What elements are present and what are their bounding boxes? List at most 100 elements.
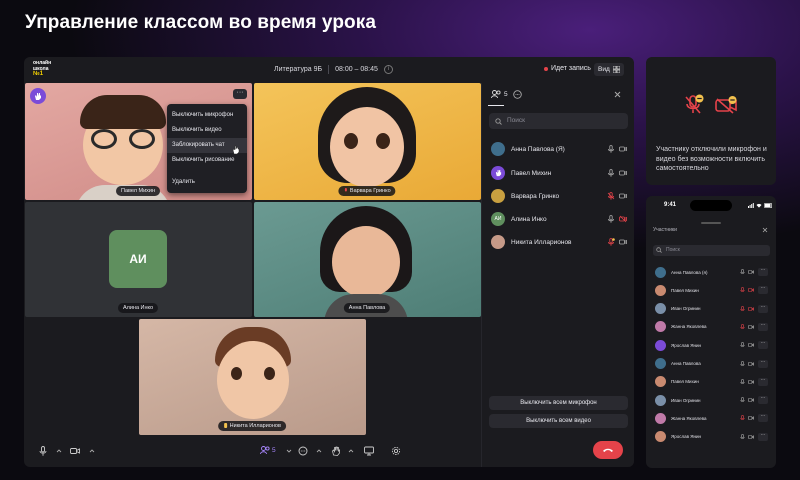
- tile-more-button[interactable]: ···: [233, 89, 247, 99]
- mic-icon[interactable]: [607, 169, 615, 177]
- close-icon[interactable]: [762, 227, 768, 233]
- participant-row[interactable]: АИ Алина Инко: [491, 210, 627, 228]
- camera-icon[interactable]: [748, 324, 754, 330]
- mic-icon[interactable]: [740, 360, 745, 367]
- screen-share-icon[interactable]: [364, 446, 374, 456]
- sheet-grabber[interactable]: [701, 222, 721, 224]
- more-button[interactable]: ···: [758, 341, 768, 350]
- mic-icon[interactable]: [38, 446, 48, 456]
- more-button[interactable]: ···: [758, 322, 768, 331]
- camera-icon[interactable]: [748, 434, 754, 440]
- mic-icon[interactable]: [740, 342, 745, 348]
- participant-row[interactable]: Варвара Гринко: [491, 187, 627, 205]
- mic-muted-icon[interactable]: [740, 287, 745, 293]
- camera-icon[interactable]: [619, 238, 627, 246]
- mic-locked-icon[interactable]: [740, 323, 745, 330]
- camera-off-icon[interactable]: [619, 215, 627, 223]
- camera-icon[interactable]: [619, 192, 627, 200]
- more-button[interactable]: ···: [758, 304, 768, 313]
- camera-locked-icon[interactable]: [748, 306, 754, 312]
- status-time: 9:41: [664, 202, 677, 208]
- avatar: [491, 142, 505, 156]
- mic-locked-icon[interactable]: [607, 238, 615, 246]
- chevron-up-icon[interactable]: [314, 446, 324, 456]
- mobile-participant-row[interactable]: Павел Михин ···: [655, 282, 768, 298]
- chat-icon[interactable]: [513, 90, 522, 99]
- end-call-button[interactable]: [593, 441, 623, 459]
- chevron-up-icon[interactable]: [346, 446, 356, 456]
- camera-icon[interactable]: [748, 342, 754, 348]
- more-button[interactable]: ···: [758, 396, 768, 405]
- menu-item-video-off[interactable]: Выключить видео: [167, 123, 247, 138]
- tile-name-label: Варвара Гринко: [338, 186, 396, 196]
- mobile-participant-row[interactable]: Анна Павлова ···: [655, 356, 768, 372]
- info-icon[interactable]: i: [383, 65, 393, 74]
- mobile-participant-row[interactable]: Жанна Яковлева ···: [655, 319, 768, 335]
- mic-icon[interactable]: [740, 269, 745, 275]
- mobile-participant-row[interactable]: Иван Огринин ···: [655, 301, 768, 317]
- menu-item-remove[interactable]: Удалить: [167, 175, 247, 190]
- mic-icon[interactable]: [607, 145, 615, 153]
- page-heading: Управление классом во время урока: [25, 12, 377, 33]
- close-icon[interactable]: [614, 91, 621, 98]
- mic-muted-icon[interactable]: [740, 415, 745, 421]
- more-button[interactable]: ···: [758, 377, 768, 386]
- video-tile-anna[interactable]: Анна Павлова: [254, 202, 481, 317]
- mobile-participant-row[interactable]: Иван Огринин ···: [655, 392, 768, 408]
- more-button[interactable]: ···: [758, 414, 768, 423]
- mic-muted-icon[interactable]: [607, 192, 615, 200]
- video-tile-nikita[interactable]: Никита Илларионов: [139, 319, 366, 435]
- camera-icon[interactable]: [619, 145, 627, 153]
- more-button[interactable]: ···: [758, 286, 768, 295]
- participants-button[interactable]: 5: [260, 446, 276, 454]
- camera-off-icon[interactable]: [748, 287, 754, 293]
- chevron-up-icon[interactable]: [87, 446, 97, 456]
- participant-name: Павел Михин: [671, 379, 699, 385]
- participant-name: Ярослав Янин: [671, 342, 702, 348]
- mobile-participant-row[interactable]: Павел Михин ···: [655, 374, 768, 390]
- mobile-participant-row[interactable]: Ярослав Янин ···: [655, 429, 768, 445]
- chevron-up-icon[interactable]: [54, 446, 64, 456]
- more-button[interactable]: ···: [758, 432, 768, 441]
- menu-item-mute-mic[interactable]: Выключить микрофон: [167, 108, 247, 123]
- chevron-down-icon[interactable]: [284, 446, 294, 456]
- mic-icon[interactable]: [740, 378, 745, 385]
- camera-icon[interactable]: [619, 169, 627, 177]
- view-button[interactable]: Вид: [594, 63, 624, 76]
- settings-gear-icon[interactable]: [391, 446, 401, 456]
- participant-row[interactable]: Анна Павлова (Я): [491, 140, 627, 158]
- mobile-participant-row[interactable]: Анна Павлова (я) ···: [655, 264, 768, 280]
- participant-row[interactable]: Павел Михин: [491, 164, 627, 182]
- mute-all-button[interactable]: Выключить всем микрофон: [489, 396, 628, 410]
- participant-search-input[interactable]: Поиск: [489, 113, 628, 129]
- mobile-participant-row[interactable]: Ярослав Янин ···: [655, 337, 768, 353]
- video-tile-varvara[interactable]: Варвара Гринко: [254, 83, 481, 200]
- mic-icon[interactable]: [607, 215, 615, 223]
- camera-icon[interactable]: [748, 269, 754, 275]
- more-button[interactable]: ···: [758, 359, 768, 368]
- camera-icon[interactable]: [70, 446, 80, 456]
- more-button[interactable]: ···: [758, 268, 768, 276]
- video-tile-alina[interactable]: АИ Алина Инко: [25, 202, 252, 317]
- mic-icon[interactable]: [740, 433, 745, 440]
- camera-icon[interactable]: [748, 361, 754, 367]
- chat-icon[interactable]: [298, 446, 308, 456]
- status-icons: [748, 203, 773, 208]
- mobile-search-input[interactable]: Поиск: [653, 245, 770, 256]
- glasses-icon: [91, 129, 117, 149]
- people-icon: [491, 90, 501, 98]
- mic-icon[interactable]: [740, 397, 745, 403]
- camera-icon[interactable]: [748, 397, 754, 403]
- participant-name: Иван Огринин: [671, 397, 701, 403]
- video-off-all-button[interactable]: Выключить всем видео: [489, 414, 628, 428]
- lesson-title: Литература 9Б: [274, 66, 323, 73]
- participant-row[interactable]: Никита Илларионов: [491, 233, 627, 251]
- menu-item-disable-drawing[interactable]: Выключить рисование: [167, 153, 247, 168]
- mobile-participant-row[interactable]: Жанна Яковлева ···: [655, 410, 768, 426]
- raise-hand-icon[interactable]: [331, 446, 341, 456]
- camera-icon[interactable]: [748, 415, 754, 421]
- mic-muted-icon[interactable]: [740, 305, 745, 312]
- tab-participants[interactable]: 5: [491, 90, 508, 98]
- dynamic-island: [690, 200, 732, 211]
- camera-icon[interactable]: [748, 379, 754, 385]
